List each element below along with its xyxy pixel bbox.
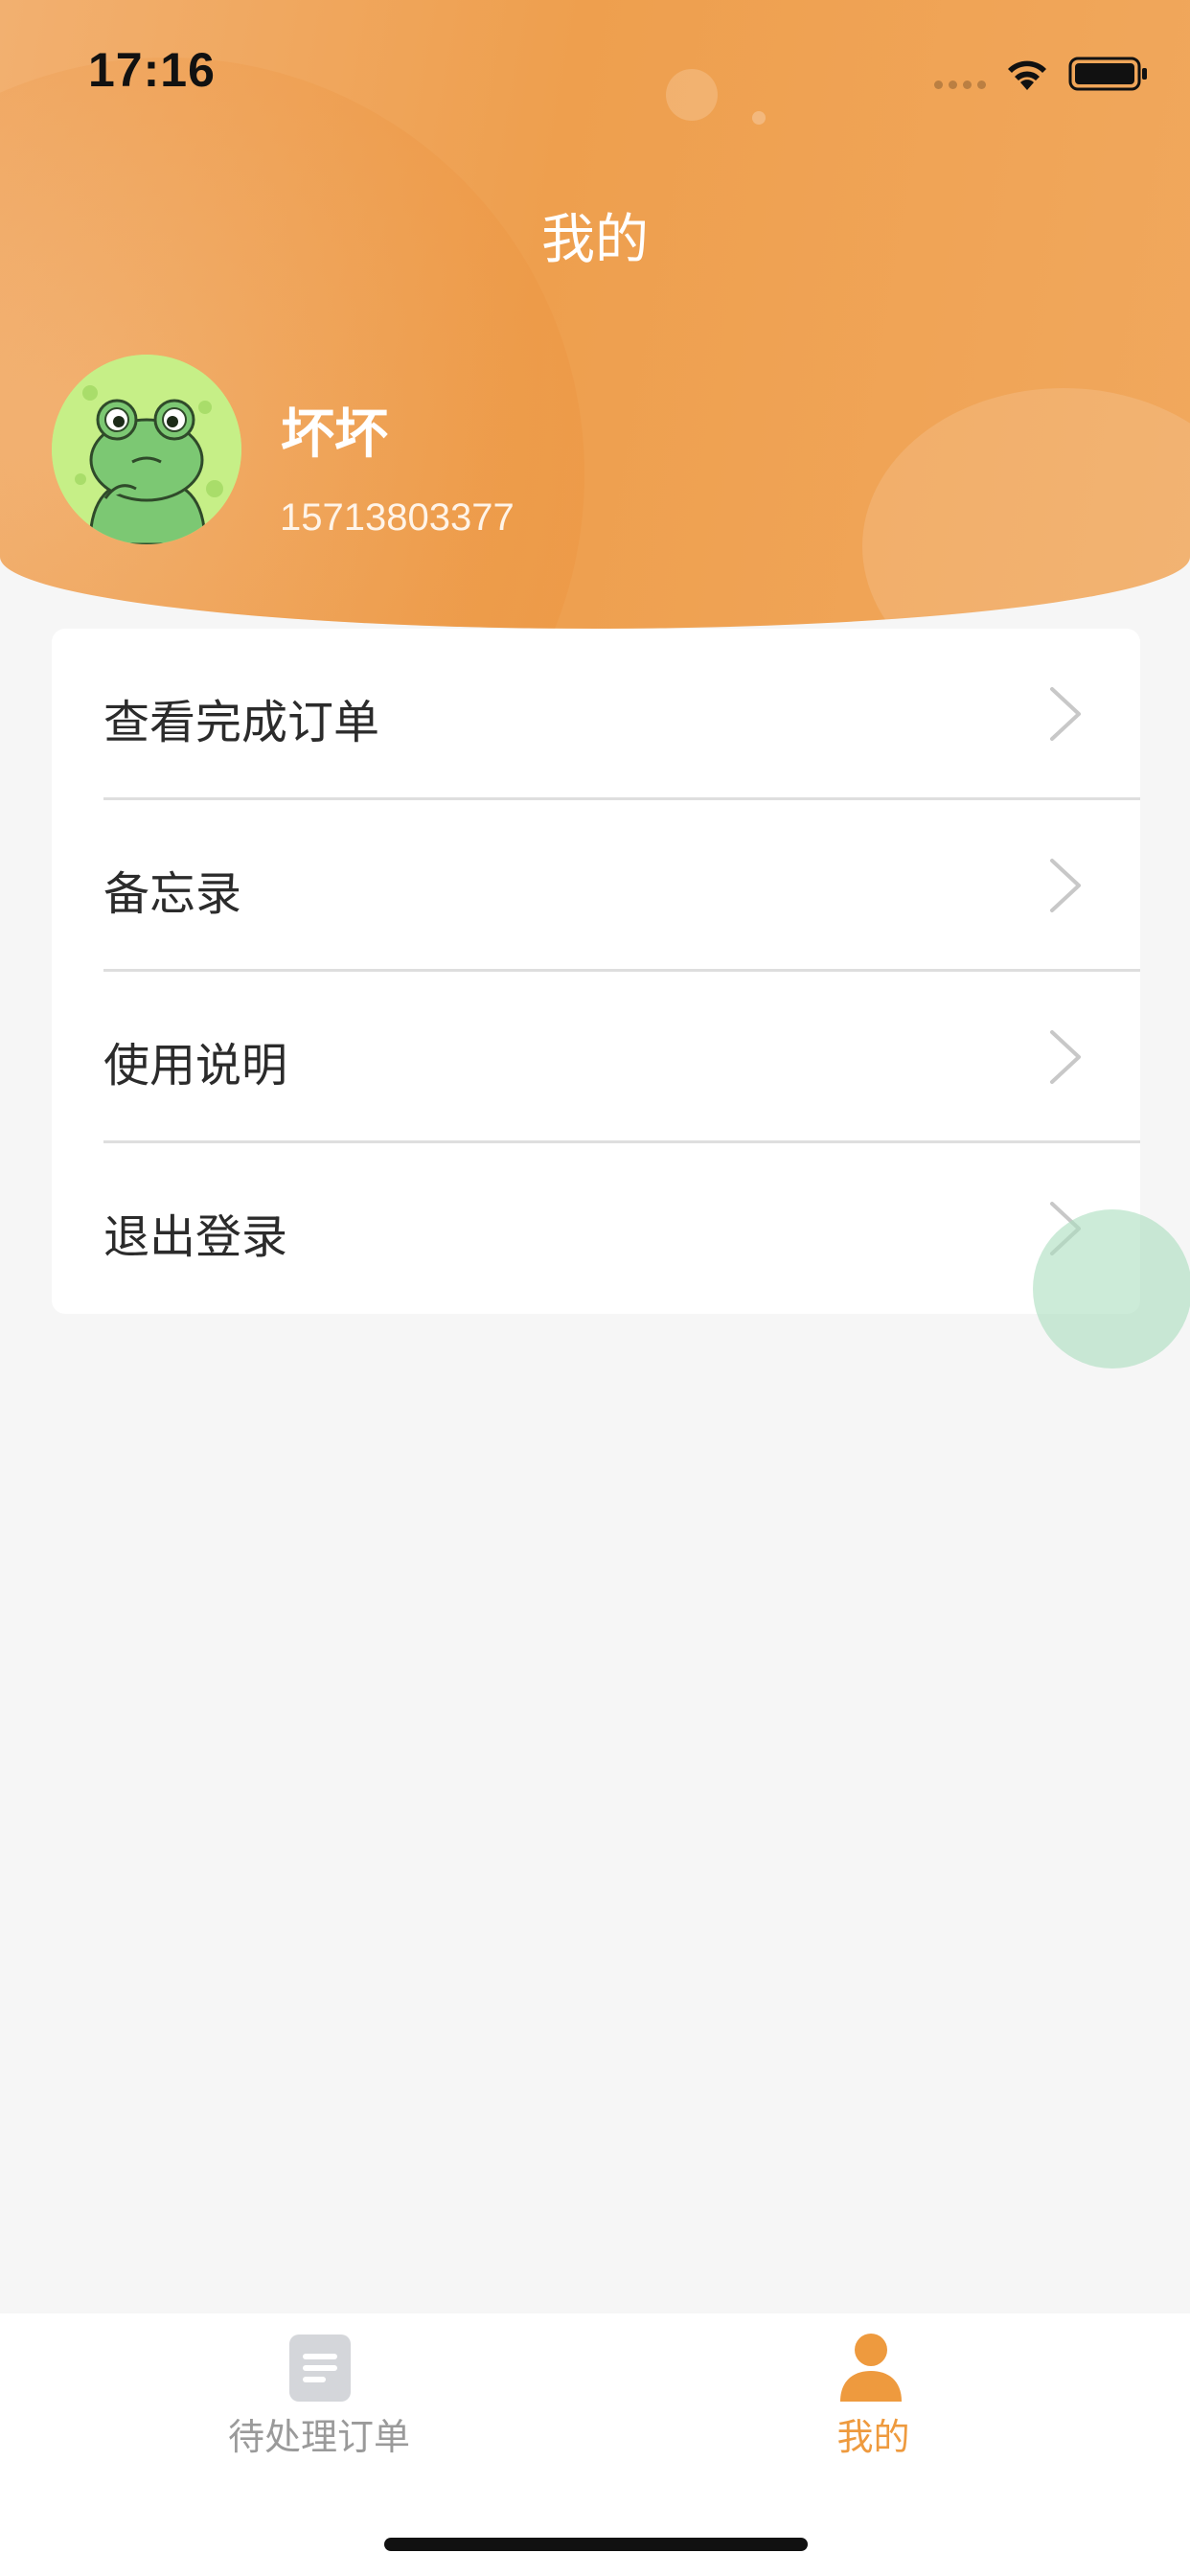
page-title: 我的 [541,209,649,271]
tab-label: 待处理订单 [227,2416,410,2458]
menu-item-logout[interactable]: 退出登录 [52,1143,1140,1314]
document-icon [289,2334,351,2402]
cellular-signal-icon [934,80,986,89]
tab-label: 我的 [836,2416,910,2458]
home-indicator[interactable] [384,2538,808,2551]
menu-item-label: 查看完成订单 [103,696,380,749]
frog-avatar-icon [52,355,241,544]
person-icon [840,2334,902,2402]
menu-item-label: 备忘录 [103,867,242,921]
menu-item-label: 退出登录 [103,1210,288,1264]
user-phone: 15713803377 [280,496,515,539]
assistive-touch-button[interactable] [1033,1209,1190,1368]
header-decoration [0,58,584,629]
header-decoration [752,111,766,125]
tab-mine[interactable]: 我的 [595,2313,1190,2476]
tab-pending-orders[interactable]: 待处理订单 [0,2313,595,2476]
avatar[interactable] [52,355,241,544]
profile-header: 17:16 我的 坏坏 15713803377 [0,0,1190,629]
header-decoration [666,69,718,121]
user-name: 坏坏 [281,403,388,466]
wifi-icon [1008,60,1046,90]
battery-icon [1068,57,1147,91]
chevron-right-icon [1050,859,1081,912]
menu-item-memo[interactable]: 备忘录 [52,800,1140,971]
menu-item-completed-orders[interactable]: 查看完成订单 [52,629,1140,799]
menu-card: 查看完成订单 备忘录 使用说明 退出登录 [52,629,1140,1314]
chevron-right-icon [1050,1030,1081,1084]
tab-bar: 待处理订单 我的 [0,2313,1190,2576]
menu-item-instructions[interactable]: 使用说明 [52,972,1140,1142]
menu-item-label: 使用说明 [103,1039,288,1092]
chevron-right-icon [1050,687,1081,741]
status-bar-time: 17:16 [88,43,216,97]
header-decoration [862,388,1190,629]
